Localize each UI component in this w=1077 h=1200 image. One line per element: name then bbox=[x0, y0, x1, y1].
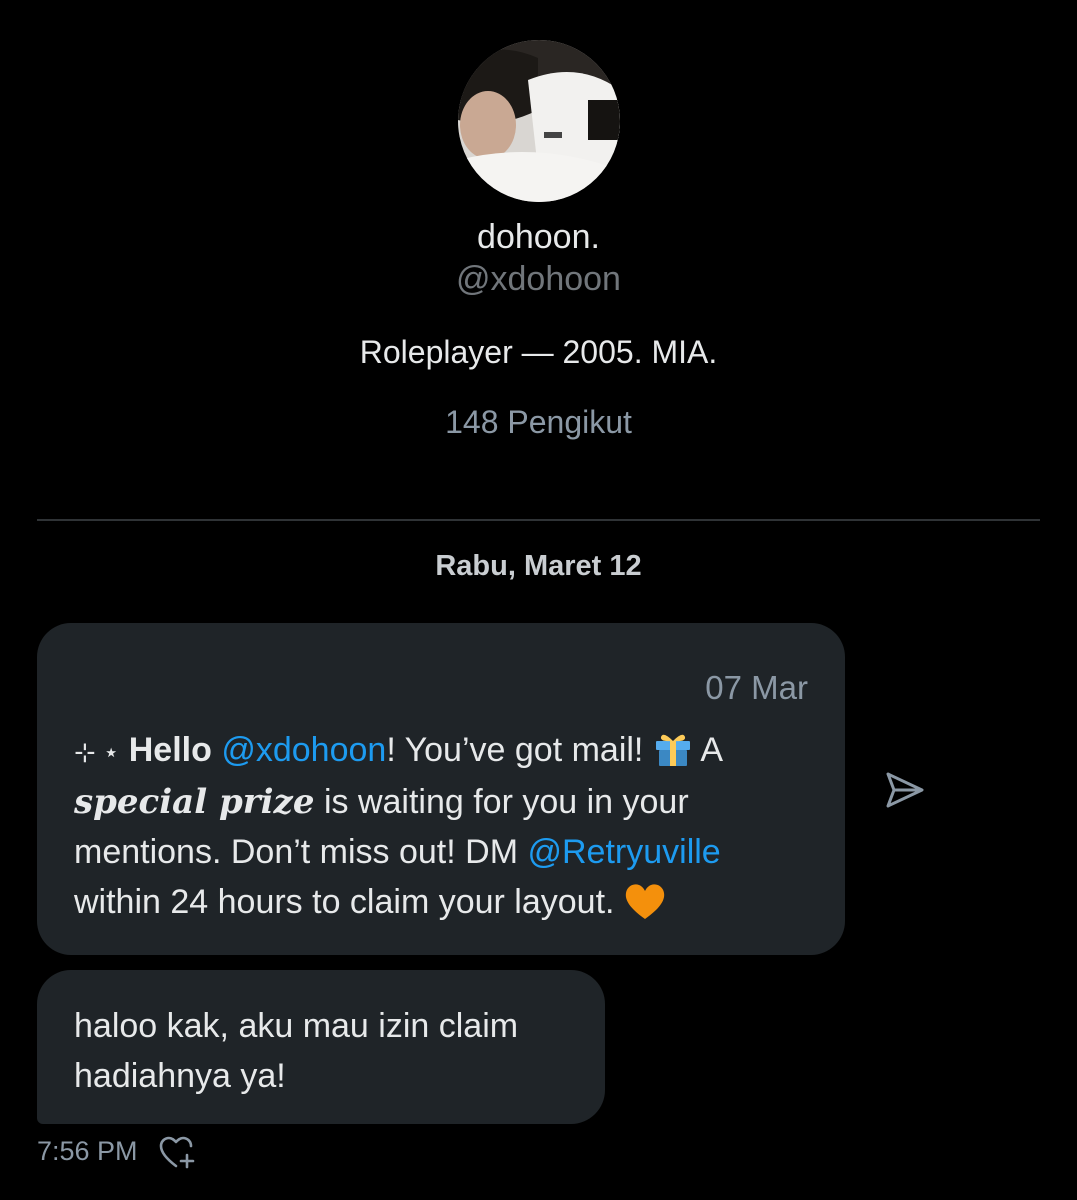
special-prize-text: special prize bbox=[74, 782, 315, 822]
sent-message-text: haloo kak, aku mau izin claim hadiahnya … bbox=[74, 1007, 519, 1095]
orange-heart-icon bbox=[624, 883, 666, 921]
divider bbox=[37, 519, 1040, 521]
share-send-icon[interactable] bbox=[884, 770, 926, 810]
profile-avatar[interactable] bbox=[458, 40, 620, 202]
sparkle-symbols: ⊹ ⋆ bbox=[74, 737, 120, 767]
mention-link-retryuville[interactable]: @Retryuville bbox=[527, 833, 720, 871]
heart-plus-icon[interactable] bbox=[158, 1136, 196, 1170]
sent-message-bubble[interactable]: haloo kak, aku mau izin claim hadiahnya … bbox=[37, 970, 605, 1124]
profile-display-name[interactable]: dohoon. bbox=[0, 218, 1077, 257]
received-message-text: ⊹ ⋆ Hello @xdohoon! You’ve got mail! A s… bbox=[74, 725, 814, 927]
message-fragment: within 24 hours to claim your layout. bbox=[74, 883, 624, 921]
date-separator: Rabu, Maret 12 bbox=[435, 550, 642, 582]
message-timestamp: 7:56 PM bbox=[37, 1136, 138, 1166]
profile-followers-count[interactable]: 148 Pengikut bbox=[0, 404, 1077, 441]
profile-bio: Roleplayer — 2005. MIA. bbox=[359, 334, 718, 370]
message-fragment: ! You’ve got mail! bbox=[386, 731, 644, 769]
message-fragment: A bbox=[692, 731, 722, 769]
profile-handle[interactable]: @xdohoon bbox=[0, 260, 1077, 299]
mention-link-xdohoon[interactable]: @xdohoon bbox=[221, 731, 386, 769]
gift-icon bbox=[653, 729, 693, 767]
avatar-image bbox=[458, 40, 620, 202]
message-date: 07 Mar bbox=[705, 669, 808, 706]
received-message-bubble[interactable]: 07 Mar ⊹ ⋆ Hello @xdohoon! You’ve got ma… bbox=[37, 623, 845, 955]
hello-text: Hello bbox=[128, 731, 212, 769]
